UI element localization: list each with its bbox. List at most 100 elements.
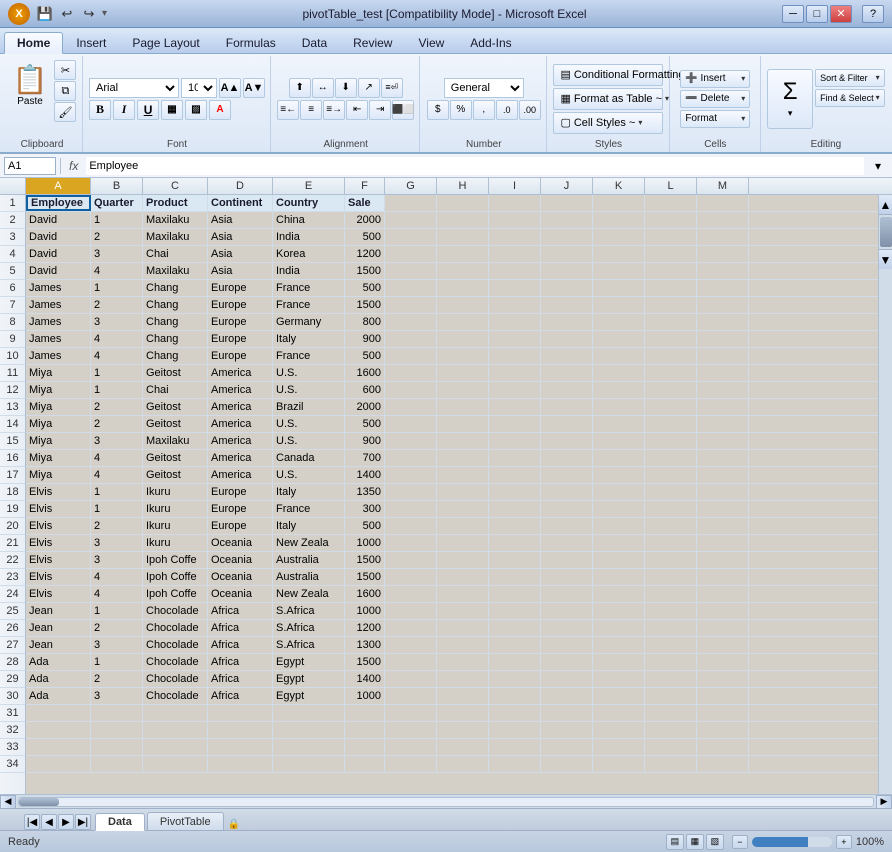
row-num-19[interactable]: 19 bbox=[0, 501, 25, 518]
page-layout-view-btn[interactable]: ▦ bbox=[686, 834, 704, 850]
cell-F19[interactable]: 300 bbox=[345, 501, 385, 517]
cell-I21[interactable] bbox=[489, 535, 541, 551]
cell-E8[interactable]: Germany bbox=[273, 314, 345, 330]
cell-L34[interactable] bbox=[645, 756, 697, 772]
cell-G22[interactable] bbox=[385, 552, 437, 568]
cell-J33[interactable] bbox=[541, 739, 593, 755]
cell-K4[interactable] bbox=[593, 246, 645, 262]
cell-F1[interactable]: Sale bbox=[345, 195, 385, 211]
cell-G18[interactable] bbox=[385, 484, 437, 500]
row-num-1[interactable]: 1 bbox=[0, 195, 25, 212]
cell-K25[interactable] bbox=[593, 603, 645, 619]
cell-B12[interactable]: 1 bbox=[91, 382, 143, 398]
cell-C24[interactable]: Ipoh Coffe bbox=[143, 586, 208, 602]
row-num-7[interactable]: 7 bbox=[0, 297, 25, 314]
cell-J17[interactable] bbox=[541, 467, 593, 483]
cell-G30[interactable] bbox=[385, 688, 437, 704]
col-header-k[interactable]: K bbox=[593, 178, 645, 194]
cell-F12[interactable]: 600 bbox=[345, 382, 385, 398]
cell-H29[interactable] bbox=[437, 671, 489, 687]
cell-M27[interactable] bbox=[697, 637, 749, 653]
cell-A33[interactable] bbox=[26, 739, 91, 755]
cell-C29[interactable]: Chocolade bbox=[143, 671, 208, 687]
cell-C2[interactable]: Maxilaku bbox=[143, 212, 208, 228]
cell-G19[interactable] bbox=[385, 501, 437, 517]
cell-I13[interactable] bbox=[489, 399, 541, 415]
cell-F4[interactable]: 1200 bbox=[345, 246, 385, 262]
cell-I19[interactable] bbox=[489, 501, 541, 517]
cell-D26[interactable]: Africa bbox=[208, 620, 273, 636]
cell-K26[interactable] bbox=[593, 620, 645, 636]
cell-C9[interactable]: Chang bbox=[143, 331, 208, 347]
cell-L20[interactable] bbox=[645, 518, 697, 534]
cell-L16[interactable] bbox=[645, 450, 697, 466]
cell-L23[interactable] bbox=[645, 569, 697, 585]
cell-A9[interactable]: James bbox=[26, 331, 91, 347]
cell-E30[interactable]: Egypt bbox=[273, 688, 345, 704]
cell-F29[interactable]: 1400 bbox=[345, 671, 385, 687]
cell-B33[interactable] bbox=[91, 739, 143, 755]
cell-E25[interactable]: S.Africa bbox=[273, 603, 345, 619]
cell-D20[interactable]: Europe bbox=[208, 518, 273, 534]
row-num-30[interactable]: 30 bbox=[0, 688, 25, 705]
cell-C5[interactable]: Maxilaku bbox=[143, 263, 208, 279]
cell-B10[interactable]: 4 bbox=[91, 348, 143, 364]
cell-I10[interactable] bbox=[489, 348, 541, 364]
cell-F14[interactable]: 500 bbox=[345, 416, 385, 432]
cell-K13[interactable] bbox=[593, 399, 645, 415]
cell-D32[interactable] bbox=[208, 722, 273, 738]
cell-F28[interactable]: 1500 bbox=[345, 654, 385, 670]
cell-D25[interactable]: Africa bbox=[208, 603, 273, 619]
cell-M19[interactable] bbox=[697, 501, 749, 517]
scroll-track-horizontal[interactable] bbox=[18, 797, 874, 807]
cell-H24[interactable] bbox=[437, 586, 489, 602]
row-num-18[interactable]: 18 bbox=[0, 484, 25, 501]
cell-L17[interactable] bbox=[645, 467, 697, 483]
cell-K18[interactable] bbox=[593, 484, 645, 500]
cell-A34[interactable] bbox=[26, 756, 91, 772]
cell-A27[interactable]: Jean bbox=[26, 637, 91, 653]
col-header-e[interactable]: E bbox=[273, 178, 345, 194]
cell-D31[interactable] bbox=[208, 705, 273, 721]
copy-button[interactable]: ⧉ bbox=[54, 81, 76, 101]
cell-A18[interactable]: Elvis bbox=[26, 484, 91, 500]
cell-E5[interactable]: India bbox=[273, 263, 345, 279]
cell-C28[interactable]: Chocolade bbox=[143, 654, 208, 670]
sheet-tab-pivottable[interactable]: PivotTable bbox=[147, 812, 224, 830]
col-header-a[interactable]: A bbox=[26, 178, 91, 194]
cell-C1[interactable]: Product bbox=[143, 195, 208, 211]
cell-M11[interactable] bbox=[697, 365, 749, 381]
cell-F24[interactable]: 1600 bbox=[345, 586, 385, 602]
row-num-21[interactable]: 21 bbox=[0, 535, 25, 552]
cell-E16[interactable]: Canada bbox=[273, 450, 345, 466]
cell-K7[interactable] bbox=[593, 297, 645, 313]
cell-H17[interactable] bbox=[437, 467, 489, 483]
cell-D7[interactable]: Europe bbox=[208, 297, 273, 313]
sheet-nav-last[interactable]: ▶| bbox=[75, 814, 91, 830]
cell-M25[interactable] bbox=[697, 603, 749, 619]
cell-D30[interactable]: Africa bbox=[208, 688, 273, 704]
cell-J8[interactable] bbox=[541, 314, 593, 330]
cell-K6[interactable] bbox=[593, 280, 645, 296]
redo-quick-btn[interactable]: ↪ bbox=[80, 5, 98, 23]
cell-I28[interactable] bbox=[489, 654, 541, 670]
cell-J21[interactable] bbox=[541, 535, 593, 551]
cell-A16[interactable]: Miya bbox=[26, 450, 91, 466]
sum-button[interactable]: Σ ▾ bbox=[767, 69, 813, 129]
tab-page-layout[interactable]: Page Layout bbox=[119, 31, 212, 53]
cell-H28[interactable] bbox=[437, 654, 489, 670]
cell-K20[interactable] bbox=[593, 518, 645, 534]
cell-C10[interactable]: Chang bbox=[143, 348, 208, 364]
cell-C4[interactable]: Chai bbox=[143, 246, 208, 262]
cell-L14[interactable] bbox=[645, 416, 697, 432]
cell-A30[interactable]: Ada bbox=[26, 688, 91, 704]
cell-F30[interactable]: 1000 bbox=[345, 688, 385, 704]
cell-F32[interactable] bbox=[345, 722, 385, 738]
cell-A8[interactable]: James bbox=[26, 314, 91, 330]
cell-J9[interactable] bbox=[541, 331, 593, 347]
cell-G28[interactable] bbox=[385, 654, 437, 670]
cell-A12[interactable]: Miya bbox=[26, 382, 91, 398]
cell-I18[interactable] bbox=[489, 484, 541, 500]
cell-M28[interactable] bbox=[697, 654, 749, 670]
cell-E11[interactable]: U.S. bbox=[273, 365, 345, 381]
